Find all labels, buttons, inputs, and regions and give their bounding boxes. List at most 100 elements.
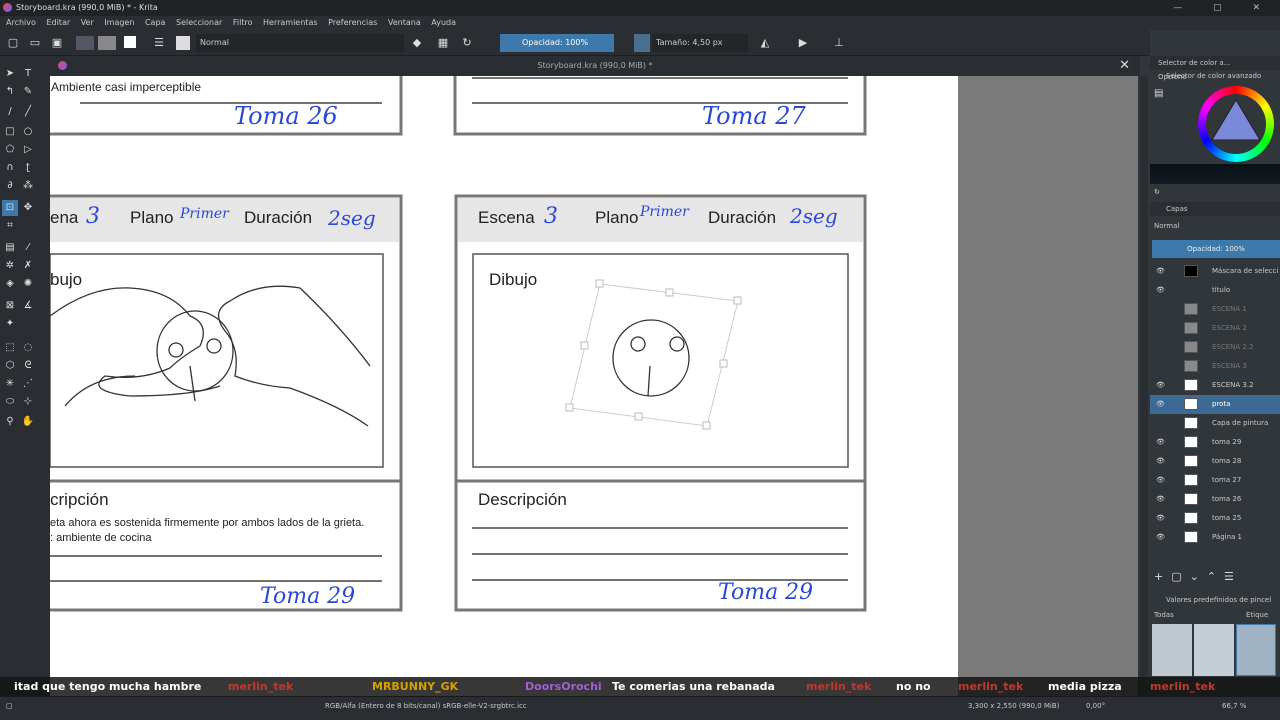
crop-tool-icon[interactable]: ⌗	[2, 218, 18, 234]
similar-select-icon[interactable]: ⋰	[20, 376, 36, 392]
measure-tool-icon[interactable]: ∡	[20, 298, 36, 314]
contiguous-select-icon[interactable]: ✳	[2, 376, 18, 392]
pan-tool-icon[interactable]: ✋	[20, 414, 36, 430]
visibility-icon[interactable]: 👁	[1156, 490, 1165, 509]
menu-ver[interactable]: Ver	[81, 18, 94, 27]
freehand-select-icon[interactable]: ᘓ	[20, 358, 36, 374]
color-settings-icon[interactable]: ▤	[1154, 88, 1163, 99]
menu-herramientas[interactable]: Herramientas	[263, 18, 318, 27]
save-icon[interactable]: ▣	[50, 36, 64, 50]
canvas-page[interactable]: Ambiente casi imperceptible Toma 26 Toma…	[50, 76, 958, 696]
blend-mode-select[interactable]: Normal	[196, 34, 404, 52]
brush-filter-select[interactable]: Todas	[1154, 611, 1174, 619]
magnetic-select-icon[interactable]: ⊹	[20, 394, 36, 410]
bezier-select-icon[interactable]: ⬭	[2, 394, 18, 410]
multibrush-icon[interactable]: ⁂	[20, 178, 36, 194]
line-tool-icon[interactable]: ╱	[20, 104, 36, 120]
new-document-icon[interactable]: ▢	[6, 36, 20, 50]
eraser-icon[interactable]: ◆	[410, 36, 424, 50]
mirror-horizontal-icon[interactable]: ◭	[758, 36, 772, 50]
layer-row[interactable]: 👁 toma 25	[1150, 509, 1280, 528]
polyline-tool-icon[interactable]: ▷	[20, 142, 36, 158]
brush-preset-3[interactable]	[1236, 624, 1276, 676]
rectangle-tool-icon[interactable]: □	[2, 124, 18, 140]
visibility-icon[interactable]: 👁	[1156, 395, 1165, 414]
visibility-icon[interactable]: 👁	[1156, 376, 1165, 395]
brush-tag-select[interactable]: Etique	[1246, 611, 1268, 619]
transform-tool-icon[interactable]: ⊡	[2, 200, 18, 216]
layer-row[interactable]: 👁 Página 1	[1150, 528, 1280, 547]
menu-filtro[interactable]: Filtro	[233, 18, 253, 27]
canvas-vertical-scrollbar[interactable]	[1140, 76, 1148, 696]
menu-capa[interactable]: Capa	[145, 18, 165, 27]
text-tool-icon[interactable]: T	[20, 66, 36, 82]
color-history-strip[interactable]	[1150, 164, 1280, 184]
enclose-fill-icon[interactable]: ✺	[20, 276, 36, 292]
visibility-icon[interactable]: 👁	[1156, 528, 1165, 547]
brush-tool-icon[interactable]: /	[2, 104, 18, 120]
tab-color-selector[interactable]: Selector de color a...	[1158, 59, 1230, 67]
brush-preset-2[interactable]	[1194, 624, 1234, 676]
bezier-tool-icon[interactable]: ∩	[2, 160, 18, 176]
ellipse-select-icon[interactable]: ◌	[20, 340, 36, 356]
visibility-icon[interactable]: 👁	[1156, 452, 1165, 471]
menu-ayuda[interactable]: Ayuda	[431, 18, 456, 27]
menu-archivo[interactable]: Archivo	[6, 18, 36, 27]
visibility-icon[interactable]: 👁	[1156, 471, 1165, 490]
layer-row[interactable]: 👁 toma 26	[1150, 490, 1280, 509]
layer-row[interactable]: 👁 toma 28	[1150, 452, 1280, 471]
color-picker-icon[interactable]: ⁄	[20, 240, 36, 256]
layer-row[interactable]: 👁 Máscara de selecci	[1150, 262, 1280, 281]
smart-patch-icon[interactable]: ✗	[20, 258, 36, 274]
menu-ventana[interactable]: Ventana	[388, 18, 421, 27]
layer-row[interactable]: 👁 titulo	[1150, 281, 1280, 300]
rect-select-icon[interactable]: ⬚	[2, 340, 18, 356]
wrap-around-icon[interactable]: ⊥	[832, 36, 846, 50]
color-swatch[interactable]	[634, 34, 650, 52]
menu-seleccionar[interactable]: Seleccionar	[176, 18, 222, 27]
layer-row[interactable]: ESCENA 1	[1150, 300, 1280, 319]
menu-editar[interactable]: Editar	[46, 18, 70, 27]
menu-preferencias[interactable]: Preferencias	[328, 18, 377, 27]
layers-blend-mode[interactable]: Normal	[1154, 222, 1179, 230]
polygon-tool-icon[interactable]: ⬠	[2, 142, 18, 158]
layers-opacity-slider[interactable]: Opacidad: 100%	[1152, 240, 1280, 258]
reference-tool-icon[interactable]: ✦	[2, 316, 18, 332]
visibility-icon[interactable]: 👁	[1156, 509, 1165, 528]
fg-bg-color-icon[interactable]	[124, 36, 136, 48]
opacity-slider[interactable]: Opacidad: 100%	[500, 34, 614, 52]
layer-row-selected[interactable]: 👁 prota	[1150, 395, 1280, 414]
alpha-lock-icon[interactable]: ▦	[436, 36, 450, 50]
freehand-path-icon[interactable]: ʈ	[20, 160, 36, 176]
brush-preset-1[interactable]	[1152, 624, 1192, 676]
assistant-tool-icon[interactable]: ⊠	[2, 298, 18, 314]
polygon-select-icon[interactable]: ⬡	[2, 358, 18, 374]
window-controls[interactable]: — ▢ ✕	[1173, 0, 1274, 16]
layer-row[interactable]: 👁 ESCENA 3.2	[1150, 376, 1280, 395]
gradient-tool-icon[interactable]: ▤	[2, 240, 18, 256]
ellipse-tool-icon[interactable]: ○	[20, 124, 36, 140]
brush-settings-icon[interactable]: ☰	[152, 36, 166, 50]
fill-tool-icon[interactable]: ◈	[2, 276, 18, 292]
layer-row[interactable]: Capa de pintura	[1150, 414, 1280, 433]
open-folder-icon[interactable]: ▭	[28, 36, 42, 50]
color-wheel[interactable]	[1198, 86, 1274, 162]
rotation-value[interactable]: 0,00°	[1086, 696, 1105, 716]
select-shapes-icon[interactable]: ➤	[2, 66, 18, 82]
layer-row[interactable]: 👁 toma 29	[1150, 433, 1280, 452]
zoom-value[interactable]: 66,7 %	[1222, 696, 1246, 716]
move-tool-icon[interactable]: ✥	[20, 200, 36, 216]
layer-row[interactable]: ESCENA 3	[1150, 357, 1280, 376]
layer-row[interactable]: ESCENA 2	[1150, 319, 1280, 338]
menu-imagen[interactable]: Imagen	[104, 18, 134, 27]
refresh-icon[interactable]: ↻	[1154, 188, 1160, 196]
gradient-icon[interactable]	[76, 36, 94, 50]
layer-actions[interactable]: +▢⌄⌃☰	[1154, 570, 1242, 583]
zoom-tool-icon[interactable]: ⚲	[2, 414, 18, 430]
edit-shapes-icon[interactable]: ↰	[2, 84, 18, 100]
size-slider[interactable]: Tamaño: 4,50 px	[652, 34, 748, 52]
layer-row[interactable]: 👁 toma 27	[1150, 471, 1280, 490]
calligraphy-icon[interactable]: ✎	[20, 84, 36, 100]
visibility-icon[interactable]: 👁	[1156, 281, 1165, 300]
layer-row[interactable]: ESCENA 2.2	[1150, 338, 1280, 357]
